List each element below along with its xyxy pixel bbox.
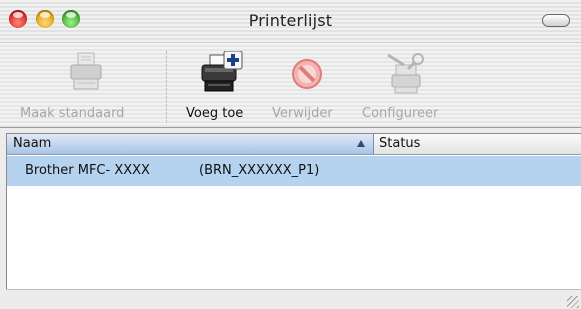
delete-button[interactable]: Verwijder <box>270 43 350 127</box>
add-button[interactable]: Voeg toe <box>180 43 260 127</box>
printer-list-window: Printerlijst Maak standaard Voeg toe Ver… <box>0 0 581 309</box>
toolbar-separator <box>166 51 167 123</box>
table-row[interactable]: Brother MFC- XXXX (BRN_XXXXXX_P1) <box>7 156 581 186</box>
configure-tools-icon <box>387 53 424 94</box>
status-column-header[interactable]: Status <box>379 136 420 151</box>
add-label: Voeg toe <box>186 106 244 121</box>
sort-ascending-icon <box>357 140 365 147</box>
configure-button[interactable]: Configureer <box>360 43 460 127</box>
table-header: Naam Status <box>7 134 581 155</box>
horizontal-scrollbar[interactable] <box>6 289 581 309</box>
delete-label: Verwijder <box>272 106 333 121</box>
printer-icon <box>70 52 102 90</box>
configure-label: Configureer <box>362 106 439 121</box>
printer-id: (BRN_XXXXXX_P1) <box>199 163 320 178</box>
add-printer-icon <box>201 51 243 92</box>
delete-icon <box>292 59 322 89</box>
make-default-label: Maak standaard <box>20 106 125 121</box>
column-divider[interactable] <box>373 134 374 154</box>
printer-name: Brother MFC- XXXX <box>25 163 150 178</box>
window-title: Printerlijst <box>248 11 333 30</box>
toolbar-toggle-button[interactable] <box>542 14 570 27</box>
title-bar[interactable]: Printerlijst <box>0 0 581 43</box>
toolbar: Maak standaard Voeg toe Verwijder Config… <box>0 43 581 128</box>
make-default-button[interactable]: Maak standaard <box>20 43 155 127</box>
name-column-header[interactable]: Naam <box>13 136 51 151</box>
resize-grip-icon[interactable] <box>567 296 579 308</box>
printer-table: Naam Status Brother MFC- XXXX (BRN_XXXXX… <box>6 133 581 289</box>
